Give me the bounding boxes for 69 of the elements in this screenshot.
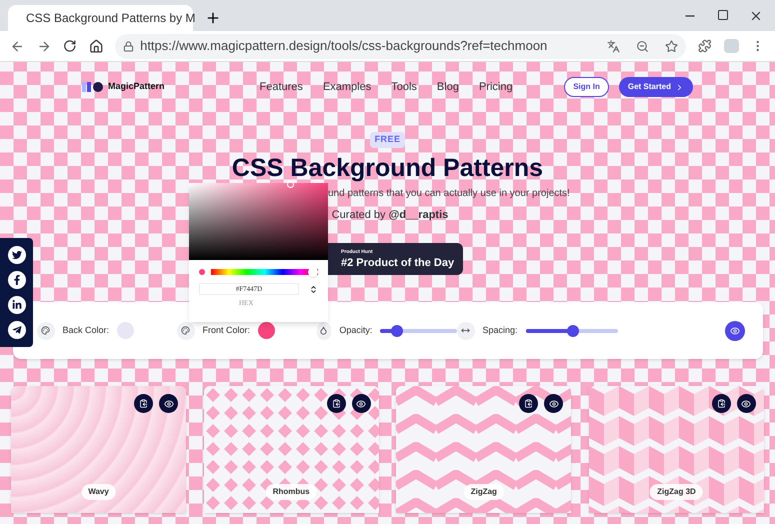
nav-link[interactable]: Examples (322, 78, 372, 96)
palette-icon (176, 322, 194, 340)
forward-icon[interactable] (36, 38, 52, 54)
facebook-icon[interactable] (8, 270, 26, 289)
lock-icon (123, 40, 134, 52)
spacing-icon (456, 322, 474, 340)
control-label: Front Color: (202, 324, 250, 337)
pattern-card[interactable]: ZigZag 3D (588, 386, 764, 513)
home-icon[interactable] (88, 38, 104, 54)
eye-icon (356, 398, 366, 408)
linkedin-icon[interactable] (8, 296, 26, 314)
browser-tab[interactable]: CSS Background Patterns by M (8, 5, 193, 31)
eye-icon (730, 326, 740, 336)
clipboard-icon (332, 399, 341, 408)
color-swatch[interactable] (258, 322, 276, 339)
pattern-card[interactable]: Rhombus (204, 386, 379, 513)
logo-text: MagicPattern (108, 80, 165, 94)
nav-link[interactable]: Tools (391, 78, 417, 96)
zoom-icon[interactable] (636, 40, 650, 52)
maximize-icon[interactable] (717, 8, 729, 20)
reload-icon[interactable] (63, 39, 77, 53)
color-preview (199, 269, 205, 275)
pattern-name: ZigZag 3D (650, 484, 703, 500)
hue-thumb[interactable] (308, 267, 318, 277)
curated-by: Curated by @d__raptis (332, 208, 448, 222)
url-text: https://www.magicpattern.design/tools/css-backgrounds?ref=techmoon (140, 37, 548, 56)
telegram-icon[interactable] (8, 321, 26, 340)
address-bar[interactable]: https://www.magicpattern.design/tools/css-backgrounds?ref=techmoon (115, 34, 686, 58)
slider-thumb[interactable] (391, 324, 404, 336)
nav-link[interactable]: Blog (436, 78, 459, 96)
saturation-area[interactable] (189, 183, 328, 260)
new-tab-icon[interactable] (205, 10, 221, 26)
clipboard-icon (139, 399, 148, 408)
palette-icon (36, 322, 54, 340)
eye-icon (548, 398, 559, 408)
badge-text: #2 Product of the Day (341, 256, 456, 270)
pattern-name: Rhombus (266, 484, 317, 500)
control-label: Back Color: (62, 324, 110, 337)
nav-link[interactable]: Features (260, 78, 303, 96)
tab-title: CSS Background Patterns by M (26, 10, 196, 27)
clipboard-icon (524, 399, 534, 408)
twitter-icon[interactable] (8, 246, 26, 264)
toggle-format-icon[interactable] (309, 284, 318, 294)
get-started-button[interactable]: Get Started (618, 77, 693, 97)
sign-in-button[interactable]: Sign In (564, 77, 609, 97)
picker-handle[interactable] (287, 181, 294, 188)
subtitle: und patterns that you can actually use in your projects! (328, 186, 570, 200)
extensions-icon[interactable] (698, 39, 712, 53)
eye-icon (164, 398, 174, 408)
back-icon[interactable] (10, 38, 25, 54)
eye-icon (741, 398, 752, 408)
droplet-icon (316, 322, 332, 340)
chevron-icon (675, 82, 684, 92)
control-label: Opacity: (339, 324, 372, 337)
pattern-name: ZigZag (464, 484, 504, 500)
control-label: Spacing: (482, 324, 518, 337)
preview-button[interactable] (724, 320, 744, 340)
free-badge: FREE (370, 132, 406, 148)
logo-icon (82, 81, 104, 93)
hue-slider[interactable] (211, 269, 318, 275)
star-icon[interactable] (665, 40, 678, 52)
slider-thumb[interactable] (567, 324, 580, 336)
page-title: CSS Background Patterns (232, 152, 544, 184)
translate-icon[interactable] (607, 40, 620, 52)
clipboard-icon (716, 399, 726, 408)
pattern-card[interactable]: Wavy (11, 386, 186, 513)
pattern-card[interactable]: ZigZag (396, 386, 572, 513)
nav-link[interactable]: Pricing (478, 78, 513, 96)
color-swatch[interactable] (117, 322, 134, 339)
